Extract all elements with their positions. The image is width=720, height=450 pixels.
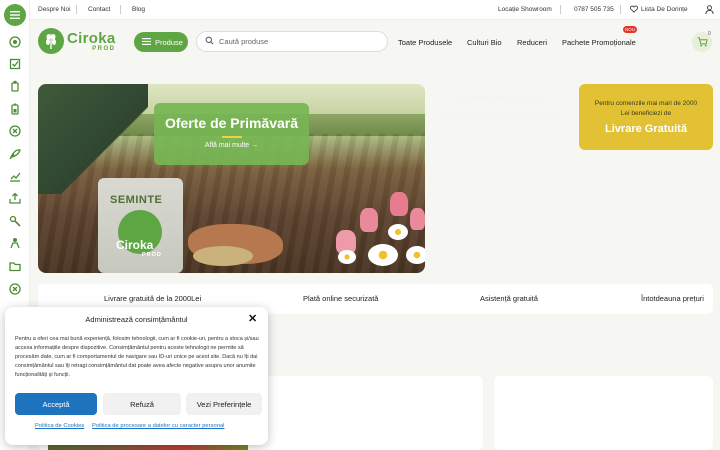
search-icon	[205, 36, 214, 47]
folder-icon[interactable]	[9, 260, 21, 272]
daisy-image	[368, 244, 398, 266]
consent-title: Administrează consimțământul	[85, 315, 188, 324]
promo-line1: Economisește Mai Mult cu	[458, 95, 546, 102]
hero-title: Oferte de Primăvară	[164, 115, 299, 131]
top-bar: Despre Noi Contact Blog Locație Showroom…	[30, 0, 720, 20]
leaf-circle-icon[interactable]	[9, 36, 21, 48]
bag-sub: PROD	[142, 252, 162, 258]
hero-seeds	[193, 246, 253, 266]
hero-offer-box: Oferte de Primăvară Află mai multe →	[154, 103, 309, 165]
products-label: Produse	[155, 37, 183, 47]
user-icon[interactable]	[705, 5, 714, 16]
topbar-link-contact[interactable]: Contact	[88, 6, 110, 13]
daisy-image	[388, 224, 408, 240]
heart-icon[interactable]	[630, 5, 638, 15]
tulip-image	[410, 208, 425, 230]
accept-button[interactable]: Acceptă	[15, 393, 97, 415]
cart-count: 0	[708, 31, 711, 37]
cookie-consent-dialog: Administrează consimțământul ✕ Pentru a …	[5, 307, 268, 445]
divider	[560, 5, 561, 14]
promo-line3: Vezi Pachete	[483, 126, 521, 132]
tools-icon[interactable]	[9, 215, 21, 227]
hero-divider	[221, 136, 242, 138]
cancel-circle-icon[interactable]	[9, 283, 21, 295]
divider	[620, 5, 621, 14]
phone-link[interactable]: 0787 505 735	[574, 6, 614, 13]
product-card[interactable]	[494, 376, 713, 450]
menu-icon[interactable]	[4, 4, 26, 26]
nav-promo-packages[interactable]: Pachete Promoționale	[562, 38, 636, 47]
sprout-icon[interactable]	[9, 148, 21, 160]
bag-brand: Ciroka	[116, 238, 154, 252]
divider	[120, 5, 121, 14]
logo[interactable]: Ciroka PROD	[38, 28, 116, 54]
topbar-link-about[interactable]: Despre Noi	[38, 6, 71, 13]
chart-icon[interactable]	[9, 170, 21, 182]
daisy-image	[338, 250, 356, 264]
tulip-image	[360, 208, 378, 232]
cookie-policy-link[interactable]: Politica de Cookies	[35, 423, 84, 429]
free-shipping-banner[interactable]: Pentru comenzile mai mari de 2000 Lei be…	[579, 84, 713, 150]
checkbox-icon[interactable]	[9, 58, 21, 70]
seed-bag-image: SEMINTE Ciroka PROD	[98, 178, 183, 273]
bottle-icon[interactable]	[9, 80, 21, 92]
nav-all-products[interactable]: Toate Produsele	[398, 38, 452, 47]
hero-learn-more-link[interactable]: Află mai multe →	[154, 142, 309, 149]
shipping-line2: Lei beneficiezi de	[620, 110, 672, 117]
nav-bio-crops[interactable]: Culturi Bio	[467, 38, 502, 47]
tulip-image	[390, 192, 408, 216]
header: Ciroka PROD Produse Toate Produsele Cult…	[30, 20, 720, 64]
feature-free-support: Asistență gratuită	[480, 294, 538, 303]
new-badge: NOU	[623, 26, 637, 33]
shipping-line1: Pentru comenzile mai mari de 2000	[594, 100, 698, 107]
shipping-condition: Pentru comenzile mai mari de 2000 Lei be…	[579, 99, 713, 119]
battery-icon[interactable]	[9, 103, 21, 115]
hamburger-icon	[142, 37, 151, 47]
privacy-policy-link[interactable]: Politica de procesare a datelor cu carac…	[92, 423, 224, 429]
topbar-link-blog[interactable]: Blog	[132, 6, 145, 13]
consent-text: Pentru a oferi cea mai bună experiență, …	[15, 336, 259, 378]
search-box[interactable]	[196, 31, 388, 52]
daisy-image	[406, 246, 425, 264]
hero-banner[interactable]: SEMINTE Ciroka PROD Oferte de Primăvară …	[38, 84, 425, 273]
logo-name: Ciroka	[67, 29, 116, 47]
search-input[interactable]	[219, 37, 379, 46]
bag-label: SEMINTE	[110, 194, 163, 206]
promo-packages-banner[interactable]: Economisește Mai Mult cu Pachete Promoți…	[437, 95, 567, 132]
promo-line2: Pachete Promoționale	[444, 109, 560, 121]
shipping-title: Livrare Gratuită	[605, 123, 687, 135]
feature-free-shipping: Livrare gratuită de la 2000Lei	[104, 294, 202, 303]
feature-secure-payment: Plată online securizată	[303, 294, 379, 303]
nav-discounts[interactable]: Reduceri	[517, 38, 547, 47]
people-icon[interactable]	[9, 237, 21, 249]
feature-prices: Întotdeauna prețuri	[641, 294, 704, 303]
close-icon[interactable]: ✕	[248, 314, 257, 325]
divider	[76, 5, 77, 14]
products-menu-button[interactable]: Produse	[134, 32, 188, 52]
refuse-button[interactable]: Refuză	[103, 393, 181, 415]
showroom-link[interactable]: Locație Showroom	[498, 6, 552, 13]
wheat-logo-icon	[38, 28, 64, 54]
upload-tray-icon[interactable]	[9, 192, 21, 204]
cancel-circle-icon[interactable]	[9, 125, 21, 137]
wishlist-link[interactable]: Lista De Dorințe	[641, 6, 688, 13]
preferences-button[interactable]: Vezi Preferințele	[186, 393, 262, 415]
